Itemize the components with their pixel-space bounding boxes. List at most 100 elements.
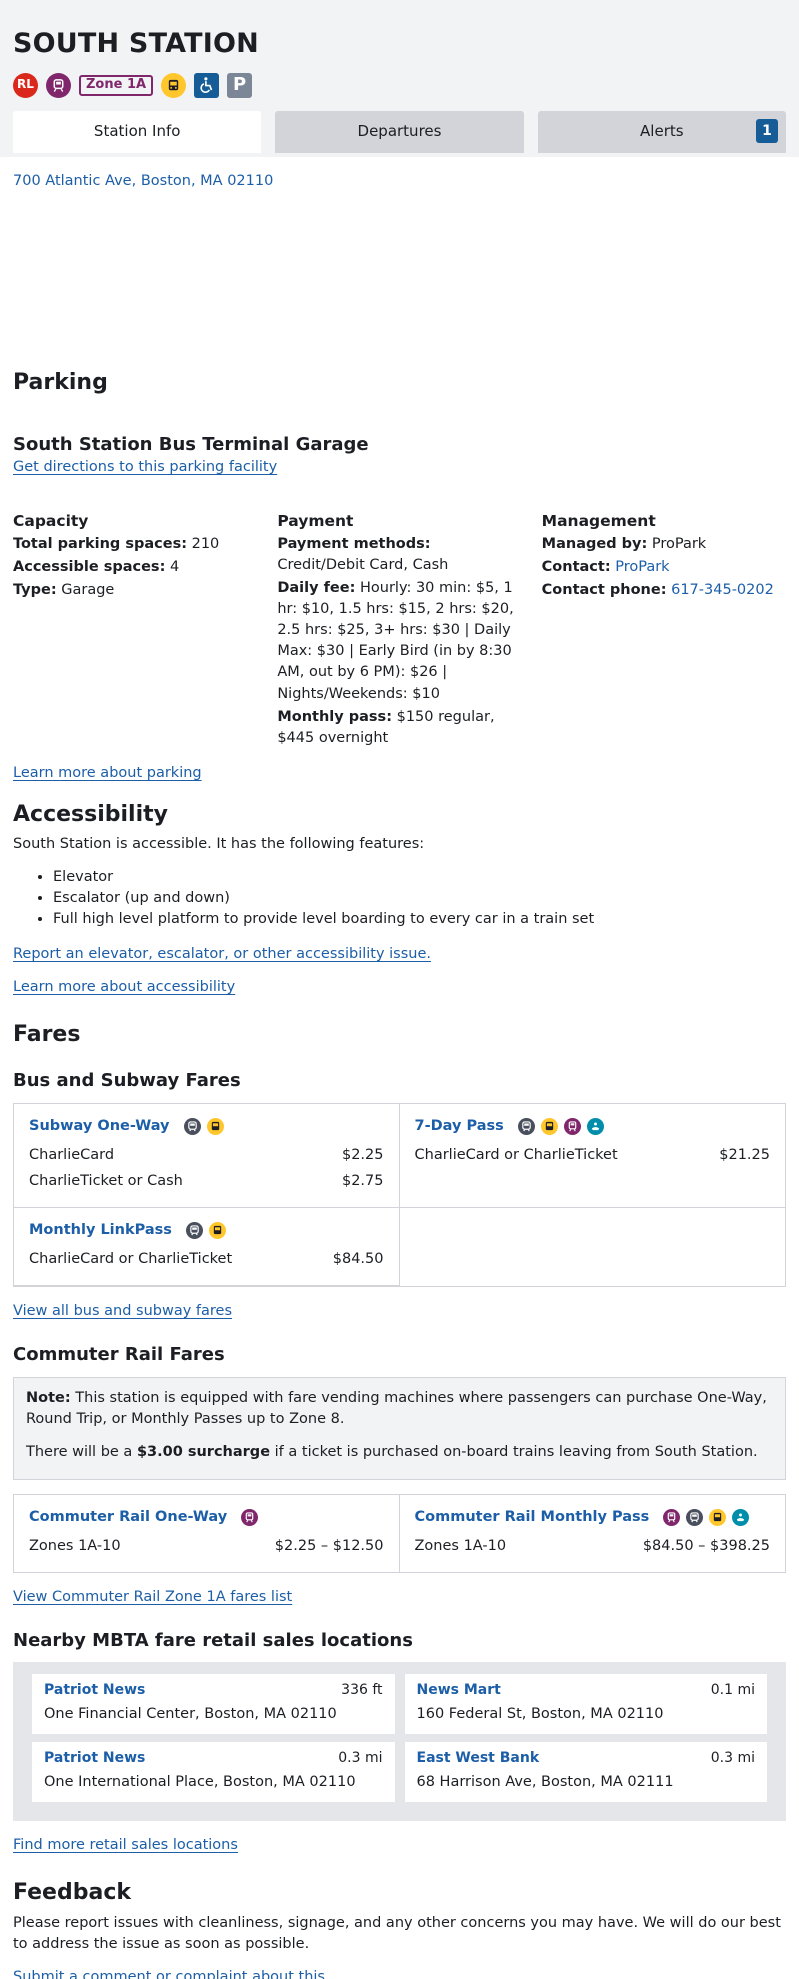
subway-icon: [183, 1117, 201, 1135]
capacity-heading: Capacity: [13, 511, 89, 530]
parking-type-label: Type:: [13, 582, 57, 599]
feedback-section: Feedback Please report issues with clean…: [13, 1880, 786, 1979]
fare-price: $2.25: [341, 1146, 384, 1163]
commuter-rail-icon: [663, 1508, 681, 1526]
parking-directions-link[interactable]: Get directions to this parking facility: [13, 459, 277, 475]
payment-methods-value: Credit/Debit Card, Cash: [277, 557, 449, 574]
commuter-rail-fares-heading: Commuter Rail Fares: [13, 1344, 225, 1366]
payment-heading: Payment: [277, 511, 354, 530]
fare-row: CharlieCard $2.25: [29, 1145, 384, 1166]
tab-departures[interactable]: Departures: [275, 111, 524, 153]
accessibility-features-list: Elevator Escalator (up and down) Full hi…: [53, 867, 786, 930]
retail-address: One International Place, Boston, MA 0211…: [44, 1774, 356, 1791]
view-all-bus-subway-fares-link[interactable]: View all bus and subway fares: [13, 1303, 232, 1319]
retail-distance: 336 ft: [341, 1682, 383, 1699]
fare-media-label: CharlieCard or CharlieTicket: [414, 1146, 618, 1163]
report-accessibility-issue-link[interactable]: Report an elevator, escalator, or other …: [13, 946, 431, 962]
retail-location-card: Patriot News 0.3 mi One International Pla…: [32, 1742, 395, 1803]
fare-card: Subway One-Way CharlieCard $2.25 CharlieT…: [14, 1103, 400, 1208]
list-item: Escalator (up and down): [53, 888, 786, 909]
total-spaces-value: 210: [191, 536, 220, 553]
retail-locations: Patriot News 336 ft One Financial Center,…: [13, 1662, 786, 1822]
subway-icon: [517, 1117, 535, 1135]
management-heading: Management: [541, 511, 656, 530]
surcharge-post: if a ticket is purchased on-board trains…: [274, 1443, 758, 1460]
fare-row: Zones 1A-10 $2.25 – $12.50: [29, 1536, 384, 1557]
parking-details: Capacity Total parking spaces: 210 Acces…: [13, 510, 786, 749]
accessibility-learn-more-link[interactable]: Learn more about accessibility: [13, 979, 235, 995]
commuter-rail-note: Note: This station is equipped with fare…: [13, 1376, 786, 1480]
commuter-rail-monthly-pass-link[interactable]: Commuter Rail Monthly Pass: [415, 1507, 650, 1528]
list-item: Full high level platform to provide leve…: [53, 909, 786, 930]
commuter-rail-icon: [563, 1117, 581, 1135]
station-address-link[interactable]: 700 Atlantic Ave, Boston, MA 02110: [13, 171, 786, 192]
subway-icon: [686, 1508, 704, 1526]
management-column: Management Managed by: ProPark Contact: …: [542, 510, 786, 749]
fare-zones-label: Zones 1A-10: [414, 1537, 507, 1554]
bus-subway-fare-grid: Subway One-Way CharlieCard $2.25 CharlieT…: [13, 1102, 786, 1288]
note-text: This station is equipped with fare vendi…: [26, 1389, 767, 1427]
fare-row: CharlieCard or CharlieTicket $84.50: [29, 1249, 384, 1270]
fare-price: $84.50 – $398.25: [642, 1537, 770, 1554]
fare-card: 7-Day Pass CharlieCard or CharlieTicket $…: [399, 1104, 785, 1208]
accessibility-heading: Accessibility: [13, 801, 168, 827]
tab-label: Alerts: [640, 122, 684, 141]
bus-icon: [208, 1221, 226, 1239]
retail-distance: 0.1 mi: [710, 1682, 755, 1699]
accessible-spaces-value: 4: [169, 559, 180, 576]
note-label: Note:: [26, 1389, 71, 1406]
feedback-heading: Feedback: [13, 1880, 131, 1906]
contact-label: Contact:: [541, 559, 611, 576]
fare-price: $21.25: [719, 1146, 770, 1163]
contact-link[interactable]: ProPark: [615, 559, 669, 575]
find-more-retail-link[interactable]: Find more retail sales locations: [13, 1837, 238, 1853]
fares-heading: Fares: [13, 1022, 81, 1048]
seven-day-pass-link[interactable]: 7-Day Pass: [415, 1116, 504, 1137]
surcharge-pre: There will be a: [26, 1443, 133, 1460]
subway-one-way-link[interactable]: Subway One-Way: [29, 1116, 170, 1137]
map-area: [13, 192, 786, 370]
fare-card: Monthly LinkPass CharlieCard or CharlieT…: [14, 1207, 400, 1287]
fare-price: $84.50: [332, 1251, 384, 1267]
list-item: Elevator: [53, 867, 786, 888]
retail-location-link[interactable]: News Mart: [417, 1680, 501, 1700]
bus-icon: [161, 72, 187, 98]
retail-location-link[interactable]: Patriot News: [44, 1748, 145, 1768]
bus-subway-fares-heading: Bus and Subway Fares: [13, 1070, 241, 1092]
monthly-linkpass-link[interactable]: Monthly LinkPass: [29, 1220, 172, 1241]
retail-address: 68 Harrison Ave, Boston, MA 02111: [416, 1774, 674, 1791]
accessible-spaces-label: Accessible spaces:: [13, 559, 166, 576]
fare-row: CharlieTicket or Cash $2.75: [29, 1171, 384, 1192]
fare-row: Zones 1A-10 $84.50 – $398.25: [415, 1536, 771, 1557]
retail-location-link[interactable]: East West Bank: [417, 1748, 540, 1768]
retail-address: 160 Federal St, Boston, MA 02110: [416, 1706, 664, 1723]
view-zone-fares-link[interactable]: View Commuter Rail Zone 1A fares list: [13, 1589, 292, 1605]
commuter-rail-fare-grid: Commuter Rail One-Way Zones 1A-10 $2.25 –…: [13, 1493, 786, 1573]
subway-icon: [185, 1221, 203, 1239]
fare-price: $2.25 – $12.50: [274, 1537, 384, 1554]
retail-location-link[interactable]: Patriot News: [44, 1680, 145, 1700]
parking-section: Parking South Station Bus Terminal Garag…: [13, 370, 786, 784]
submit-feedback-link[interactable]: Submit a comment or complaint about this: [13, 1969, 325, 1979]
retail-location-card: Patriot News 336 ft One Financial Center,…: [32, 1674, 395, 1735]
station-header: SOUTH STATION RL Zone 1A P Station Info …: [0, 0, 799, 157]
parking-learn-more-link[interactable]: Learn more about parking: [13, 765, 202, 781]
contact-phone-link[interactable]: 617-345-0202: [671, 582, 774, 598]
retail-distance: 0.3 mi: [710, 1750, 755, 1767]
fare-grid-spacer: [400, 1208, 786, 1286]
managed-by-value: ProPark: [651, 536, 707, 553]
daily-fee-label: Daily fee:: [277, 580, 356, 597]
fare-media-label: CharlieCard or CharlieTicket: [29, 1251, 233, 1267]
bus-icon: [709, 1508, 727, 1526]
tab-alerts[interactable]: Alerts 1: [537, 111, 786, 153]
contact-phone-label: Contact phone:: [541, 582, 667, 599]
monthly-pass-label: Monthly pass:: [277, 708, 392, 725]
accessibility-section: Accessibility South Station is accessibl…: [13, 802, 786, 998]
tab-station-info[interactable]: Station Info: [13, 111, 262, 153]
fare-zones-label: Zones 1A-10: [29, 1537, 121, 1554]
commuter-rail-one-way-link[interactable]: Commuter Rail One-Way: [29, 1507, 227, 1528]
bus-icon: [540, 1117, 558, 1135]
payment-column: Payment Payment methods: Credit/Debit Ca…: [277, 510, 521, 749]
accessibility-intro: South Station is accessible. It has the …: [13, 835, 425, 852]
ferry-icon: [732, 1508, 750, 1526]
